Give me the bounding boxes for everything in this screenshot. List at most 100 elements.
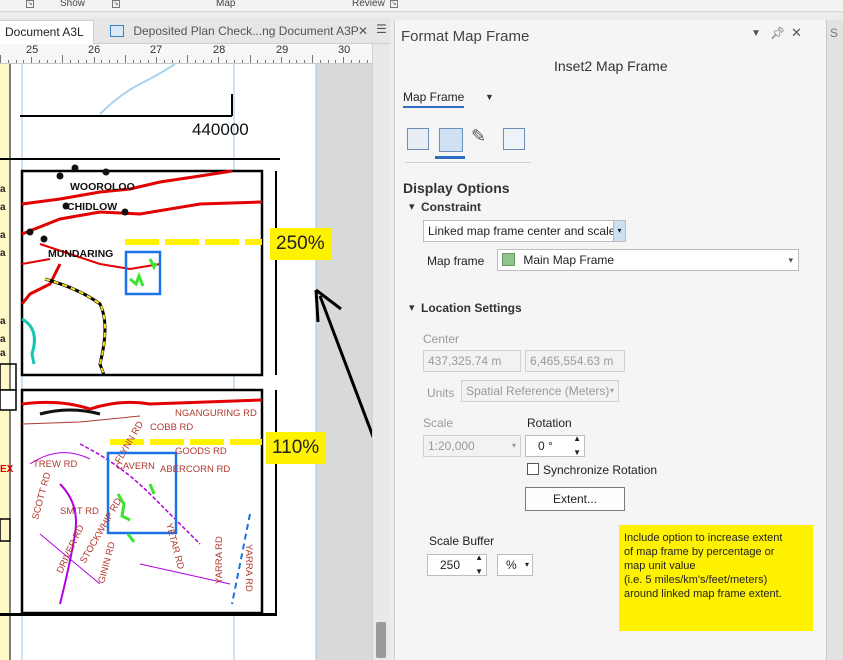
- ruler-tick: [304, 60, 306, 63]
- dialog-launcher-icon[interactable]: ↘: [26, 0, 34, 8]
- rotation-stepper[interactable]: 0 ° ▲ ▼: [525, 435, 585, 457]
- tab-menu-icon[interactable]: ☰: [376, 22, 387, 36]
- collapse-caret-icon[interactable]: ▾: [409, 200, 415, 213]
- ruler-tick: [46, 60, 48, 63]
- ruler-tick: [288, 60, 290, 63]
- legend-fragment: a: [0, 184, 6, 195]
- ruler-tick: [117, 60, 118, 63]
- ruler-tick: [351, 60, 352, 63]
- scale-buffer-unit-select[interactable]: % ▾: [497, 554, 533, 576]
- map-road-label: ABERCORN RD: [160, 464, 230, 475]
- options-icon[interactable]: [407, 128, 429, 150]
- ruler-tick: [0, 55, 1, 63]
- ruler-tick: [226, 60, 228, 63]
- map-label-mundaring: MUNDARING: [48, 248, 113, 260]
- display-options-icon[interactable]: [439, 128, 463, 152]
- map-label-wooroloo: WOOROLOO: [70, 181, 135, 193]
- ruler-tick: [62, 55, 64, 63]
- ruler-tick: [109, 60, 111, 63]
- units-select[interactable]: Spatial Reference (Meters) ▾: [461, 380, 619, 402]
- chevron-down-icon: ▾: [788, 255, 793, 265]
- ruler-mark: 27: [150, 44, 163, 56]
- scrollbar-thumb[interactable]: [376, 622, 386, 658]
- pane-options-icon[interactable]: ▼: [751, 28, 761, 39]
- ruler-tick: [343, 57, 345, 63]
- stepper-arrows-icon[interactable]: ▲ ▼: [475, 555, 483, 575]
- synchronize-rotation-checkbox[interactable]: [527, 463, 539, 475]
- ruler-tick: [39, 60, 40, 63]
- center-y-field[interactable]: 6,465,554.63 m: [525, 350, 625, 372]
- legend-fragment: a: [0, 230, 6, 241]
- close-icon[interactable]: ✕: [358, 20, 368, 42]
- center-x-value: 437,325.74 m: [428, 354, 502, 368]
- chevron-down-icon[interactable]: ▼: [485, 92, 494, 102]
- map-road-label: GOODS RD: [175, 446, 227, 457]
- tab-deposited-plan[interactable]: Deposited Plan Check...ng Document A3P ✕: [104, 20, 372, 44]
- ruler-tick: [195, 60, 196, 63]
- layout-page-area[interactable]: WOOROLOO CHIDLOW MUNDARING NGANGURING RD…: [0, 64, 372, 660]
- layout-icon: [110, 25, 124, 37]
- collapse-caret-icon[interactable]: ▾: [409, 301, 415, 314]
- divider: [405, 162, 531, 163]
- ruler-tick: [366, 60, 368, 63]
- layout-size-icon[interactable]: [503, 128, 525, 150]
- dialog-launcher-icon[interactable]: ↘: [390, 0, 398, 8]
- note-line: around linked map frame extent.: [624, 588, 782, 600]
- units-value: Spatial Reference (Meters): [466, 384, 610, 398]
- ruler-tick: [187, 55, 189, 63]
- element-subtitle: Inset2 Map Frame: [554, 58, 668, 74]
- ruler-tick: [265, 60, 267, 63]
- scale-select[interactable]: 1:20,000 ▾: [423, 435, 521, 457]
- ruler-tick: [234, 60, 235, 63]
- ruler-tick: [54, 60, 56, 63]
- ruler-tick: [23, 60, 25, 63]
- ruler-tick: [148, 60, 150, 63]
- map-vertical-scrollbar[interactable]: [372, 44, 390, 660]
- map-icon: [502, 253, 515, 266]
- badge-250-percent: 250%: [270, 228, 331, 260]
- document-tab-bar: Document A3L Deposited Plan Check...ng D…: [0, 18, 390, 44]
- tab-document-a3l[interactable]: Document A3L: [0, 20, 94, 44]
- scale-buffer-stepper[interactable]: 250 ▲ ▼: [427, 554, 487, 576]
- map-frame-dropdown-label[interactable]: Map Frame: [403, 90, 465, 108]
- map-frame-select[interactable]: Main Map Frame ▾: [497, 249, 799, 271]
- scale-label: Scale: [423, 416, 454, 430]
- scale-buffer-value: 250: [440, 558, 461, 572]
- map-coordinate-label: 440000: [192, 120, 249, 139]
- map-road-label: SMIT RD: [60, 506, 99, 517]
- ruler-tick: [280, 57, 282, 63]
- ruler-tick: [85, 60, 87, 63]
- map-road-label: YARRA RD: [243, 544, 254, 592]
- ruler-mark: 29: [276, 44, 289, 56]
- layout-canvas: WOOROLOO CHIDLOW MUNDARING NGANGURING RD…: [0, 64, 372, 660]
- scale-value: 1:20,000: [428, 439, 475, 453]
- ruler-mark: 26: [88, 44, 101, 56]
- ribbon-strip: Show ↘ ↘ Map Review ↘: [0, 0, 843, 12]
- section-display-options: Display Options: [403, 180, 510, 196]
- legend-fragment: a: [0, 334, 6, 345]
- note-line: Include option to increase extent: [624, 532, 783, 544]
- center-y-value: 6,465,554.63 m: [530, 354, 614, 368]
- pin-icon[interactable]: 📌︎: [770, 26, 785, 40]
- constraint-select[interactable]: Linked map frame center and scale ▾: [423, 220, 626, 242]
- close-icon[interactable]: ✕: [791, 25, 802, 41]
- ruler-tick: [179, 60, 181, 63]
- ruler-tick: [15, 60, 17, 63]
- ruler-tick: [171, 60, 173, 63]
- side-pane-tab[interactable]: S: [830, 26, 838, 40]
- ruler-tick: [249, 55, 251, 63]
- ruler-tick: [202, 60, 204, 63]
- dialog-launcher-icon[interactable]: ↘: [112, 0, 120, 8]
- ruler-tick: [296, 60, 298, 63]
- pane-title: Format Map Frame: [401, 28, 530, 45]
- center-x-field[interactable]: 437,325.74 m: [423, 350, 521, 372]
- ruler-mark: 25: [26, 44, 39, 56]
- scale-buffer-label: Scale Buffer: [429, 534, 495, 548]
- map-frame-value: Main Map Frame: [523, 253, 615, 267]
- stepper-arrows-icon[interactable]: ▲ ▼: [573, 436, 581, 456]
- map-frame-label: Map frame: [427, 254, 485, 268]
- map-road-label: COBB RD: [150, 422, 193, 433]
- extent-button[interactable]: Extent...: [525, 487, 625, 511]
- ruler-tick: [319, 60, 321, 63]
- pen-icon[interactable]: ✎: [471, 126, 486, 147]
